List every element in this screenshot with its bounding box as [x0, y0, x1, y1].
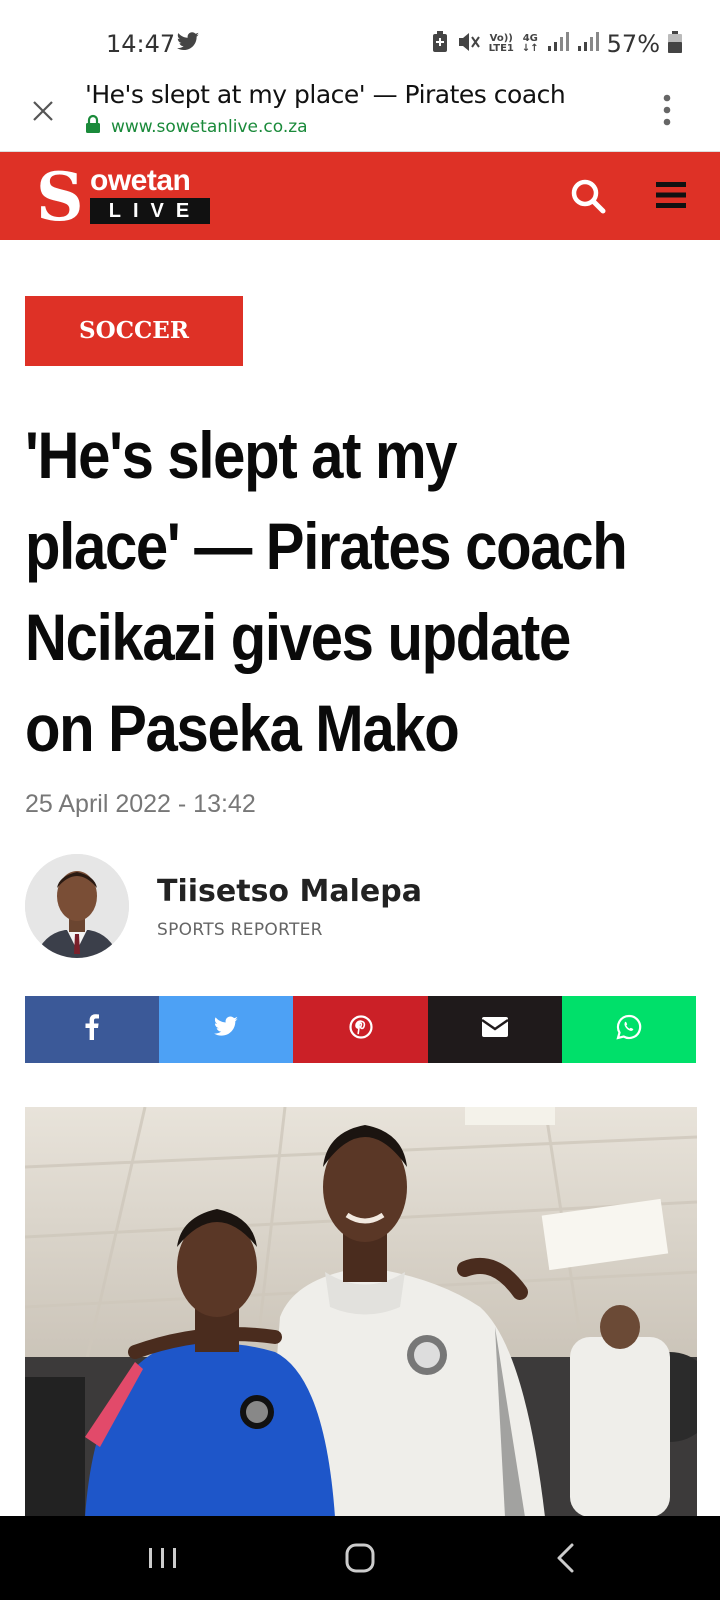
logo-s: S: [36, 158, 84, 236]
logo-word: owetan: [90, 164, 191, 197]
back-icon[interactable]: [546, 1538, 586, 1578]
system-nav-bar: [0, 1516, 720, 1600]
recent-apps-icon[interactable]: [143, 1538, 183, 1578]
logo-live: LIVE: [108, 200, 202, 222]
author-name[interactable]: Tiisetso Malepa: [157, 874, 422, 909]
share-email-button[interactable]: [427, 996, 562, 1063]
volte-indicator: Vo)) LTE1: [489, 34, 514, 54]
headline-line: 'He's slept at my: [25, 418, 458, 492]
status-icons: Vo)) LTE1 4G ↓↑ 57%: [431, 30, 682, 58]
share-pinterest-button[interactable]: [293, 996, 428, 1063]
volte-bottom: LTE1: [488, 43, 514, 54]
author-role: SPORTS REPORTER: [157, 920, 323, 940]
battery-saver-icon: [431, 31, 449, 57]
share-twitter-button[interactable]: [159, 996, 294, 1063]
pinterest-icon: [348, 1015, 373, 1044]
envelope-icon: [481, 1016, 509, 1043]
search-icon[interactable]: [570, 178, 606, 214]
twitter-notification-icon: [176, 32, 200, 57]
tab-url-row: www.sowetanlive.co.za: [85, 114, 308, 139]
publish-date: 25 April 2022 - 13:42: [25, 790, 256, 818]
tab-url: www.sowetanlive.co.za: [111, 116, 308, 137]
mute-icon: [457, 31, 481, 57]
home-icon[interactable]: [340, 1538, 380, 1578]
author-block: Tiisetso Malepa SPORTS REPORTER: [25, 854, 695, 958]
share-facebook-button[interactable]: [25, 996, 160, 1063]
headline-line: Ncikazi gives update: [25, 600, 571, 674]
signal-icon-2: [577, 32, 599, 56]
article-headline: 'He's slept at my place' — Pirates coach…: [25, 410, 703, 774]
status-bar: 14:47 Vo)) LTE1 4G ↓↑ 57%: [0, 0, 720, 80]
article-hero-image[interactable]: [25, 1107, 697, 1517]
data-arrows: ↓↑: [521, 43, 539, 54]
custom-tab-bar: 'He's slept at my place' — Pirates coach…: [0, 80, 720, 152]
category-badge[interactable]: SOCCER: [25, 296, 243, 366]
site-header: S owetan LIVE: [0, 152, 720, 240]
whatsapp-icon: [616, 1014, 642, 1045]
twitter-icon: [213, 1016, 239, 1043]
close-icon[interactable]: [28, 96, 58, 126]
lock-icon: [85, 114, 101, 139]
sowetan-live-logo[interactable]: S owetan LIVE: [36, 158, 212, 236]
facebook-icon: [85, 1014, 100, 1045]
battery-percent: 57%: [606, 30, 660, 58]
tab-title: 'He's slept at my place' — Pirates coach: [85, 80, 566, 109]
headline-line: on Paseka Mako: [25, 691, 460, 765]
hamburger-menu-icon[interactable]: [654, 179, 688, 211]
author-avatar[interactable]: [25, 854, 129, 958]
status-time: 14:47: [106, 30, 176, 58]
signal-icon: [547, 32, 569, 56]
logo-live-box: LIVE: [90, 198, 210, 224]
headline-line: place' — Pirates coach: [25, 509, 628, 583]
more-options-icon[interactable]: [662, 94, 672, 126]
share-whatsapp-button[interactable]: [561, 996, 697, 1063]
share-bar: [25, 996, 697, 1063]
battery-icon: [668, 31, 682, 57]
data-indicator: 4G ↓↑: [522, 34, 539, 54]
